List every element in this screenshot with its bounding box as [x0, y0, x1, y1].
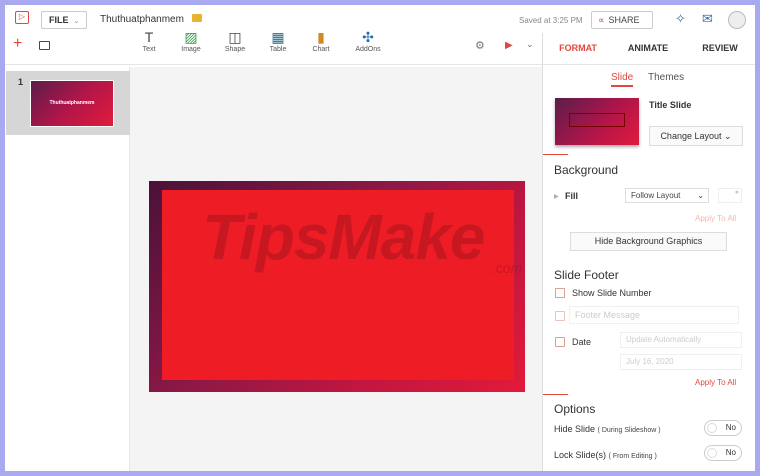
file-menu-button[interactable]: FILE ⌄ [41, 11, 87, 29]
show-slide-number-label: Show Slide Number [572, 288, 652, 298]
hide-slide-toggle[interactable]: No [704, 420, 742, 436]
expand-fill-icon[interactable]: ▶ [554, 193, 559, 200]
options-heading: Options [554, 402, 596, 416]
subtab-slide[interactable]: Slide [611, 72, 634, 87]
tool-label: Chart [312, 46, 330, 53]
add-slide-icon[interactable]: + [13, 36, 22, 52]
show-slide-number-checkbox[interactable] [555, 288, 565, 298]
saved-status: Saved at 3:25 PM [519, 16, 583, 25]
lock-slide-label: Lock Slide(s) ( From Editing ) [554, 450, 657, 460]
toggle-value: No [725, 423, 736, 432]
slide-footer-heading: Slide Footer [554, 268, 619, 282]
table-icon: ▦ [271, 29, 285, 45]
change-layout-button[interactable]: Change Layout ⌄ [649, 126, 743, 146]
addons-tool[interactable]: ✣ AddOns [348, 29, 388, 53]
footer-message-input[interactable]: Footer Message [569, 306, 739, 324]
lock-slide-note: ( From Editing ) [608, 453, 657, 460]
tab-animate[interactable]: ANIMATE [613, 43, 683, 53]
tool-label: AddOns [355, 46, 381, 53]
date-mode-select[interactable]: Update Automatically [620, 332, 742, 348]
layout-name: Title Slide [649, 100, 692, 110]
tool-label: Table [269, 46, 287, 53]
change-layout-label: Change Layout [660, 131, 722, 141]
hide-slide-note: ( During Slideshow ) [597, 427, 661, 434]
play-options-chevron-icon[interactable]: ⌄ [526, 39, 534, 50]
date-value-select[interactable]: July 16, 2020 [620, 354, 742, 370]
chevron-down-icon: ⌄ [73, 18, 80, 25]
fill-label: Fill [565, 191, 578, 201]
share-label: SHARE [608, 15, 640, 25]
lock-slide-toggle[interactable]: No [704, 445, 742, 461]
share-icon: ∝ [598, 15, 605, 25]
footer-message-checkbox[interactable] [555, 311, 565, 321]
layout-icon[interactable] [39, 41, 50, 50]
date-label: Date [572, 337, 592, 347]
fill-value: Follow Layout [631, 191, 681, 200]
hide-background-graphics-button[interactable]: Hide Background Graphics [570, 232, 727, 251]
background-apply-all[interactable]: Apply To All [695, 214, 736, 223]
avatar[interactable] [728, 11, 746, 29]
shape-icon: ◫ [228, 29, 242, 45]
toggle-value: No [725, 448, 736, 457]
tool-label: Text [142, 46, 156, 53]
slide[interactable]: TipsMake .com [149, 181, 525, 392]
footer-apply-all[interactable]: Apply To All [695, 378, 736, 387]
document-title[interactable]: Thuthuatphanmem [100, 14, 184, 25]
show-logo-icon[interactable]: ▷ [15, 11, 29, 24]
watermark-suffix: .com [492, 260, 523, 276]
folder-icon[interactable] [192, 14, 202, 22]
date-checkbox[interactable] [555, 337, 565, 347]
hide-slide-text: Hide Slide [554, 424, 596, 434]
tool-label: Shape [224, 46, 246, 53]
divider [543, 394, 568, 395]
tool-label: Image [181, 46, 201, 53]
feedback-mail-icon[interactable]: ✉ [702, 11, 713, 27]
slide-red-shape[interactable]: TipsMake .com [162, 190, 522, 380]
app-window: ▷ FILE ⌄ Thuthuatphanmem Saved at 3:25 PM… [5, 5, 755, 471]
lock-slide-text: Lock Slide(s) [554, 450, 607, 460]
shape-tool[interactable]: ◫ Shape [215, 29, 255, 53]
fill-select[interactable]: Follow Layout ⌄ [625, 188, 709, 203]
thumbnail-title: Thuthuatphanmem [49, 100, 95, 106]
text-icon: T [144, 29, 154, 45]
divider [543, 154, 568, 155]
share-button[interactable]: ∝ SHARE [591, 11, 653, 29]
text-tool[interactable]: T Text [129, 29, 169, 53]
table-tool[interactable]: ▦ Table [258, 29, 298, 53]
layout-preview [555, 98, 639, 145]
watermark: TipsMake [202, 201, 485, 273]
addons-icon: ✣ [362, 29, 374, 45]
subtab-themes[interactable]: Themes [648, 72, 684, 83]
slide-thumbnail[interactable]: Thuthuatphanmem [30, 80, 114, 127]
announcement-icon[interactable]: ✧ [675, 11, 686, 27]
play-icon[interactable]: ▶ [505, 40, 513, 51]
chart-icon: ▮ [317, 29, 325, 45]
settings-icon[interactable]: ⚙ [475, 39, 485, 52]
image-icon: ▨ [184, 29, 198, 45]
image-tool[interactable]: ▨ Image [171, 29, 211, 53]
tab-format[interactable]: FORMAT [543, 43, 613, 53]
tab-review[interactable]: REVIEW [685, 43, 755, 53]
file-label: FILE [49, 15, 69, 25]
fill-color-picker[interactable]: ● [718, 188, 742, 203]
slide-number: 1 [18, 77, 24, 87]
background-heading: Background [554, 163, 619, 177]
hide-slide-label: Hide Slide ( During Slideshow ) [554, 424, 661, 434]
chart-tool[interactable]: ▮ Chart [301, 29, 341, 53]
format-panel: FORMAT ANIMATE REVIEW Slide Themes Title… [542, 33, 755, 471]
